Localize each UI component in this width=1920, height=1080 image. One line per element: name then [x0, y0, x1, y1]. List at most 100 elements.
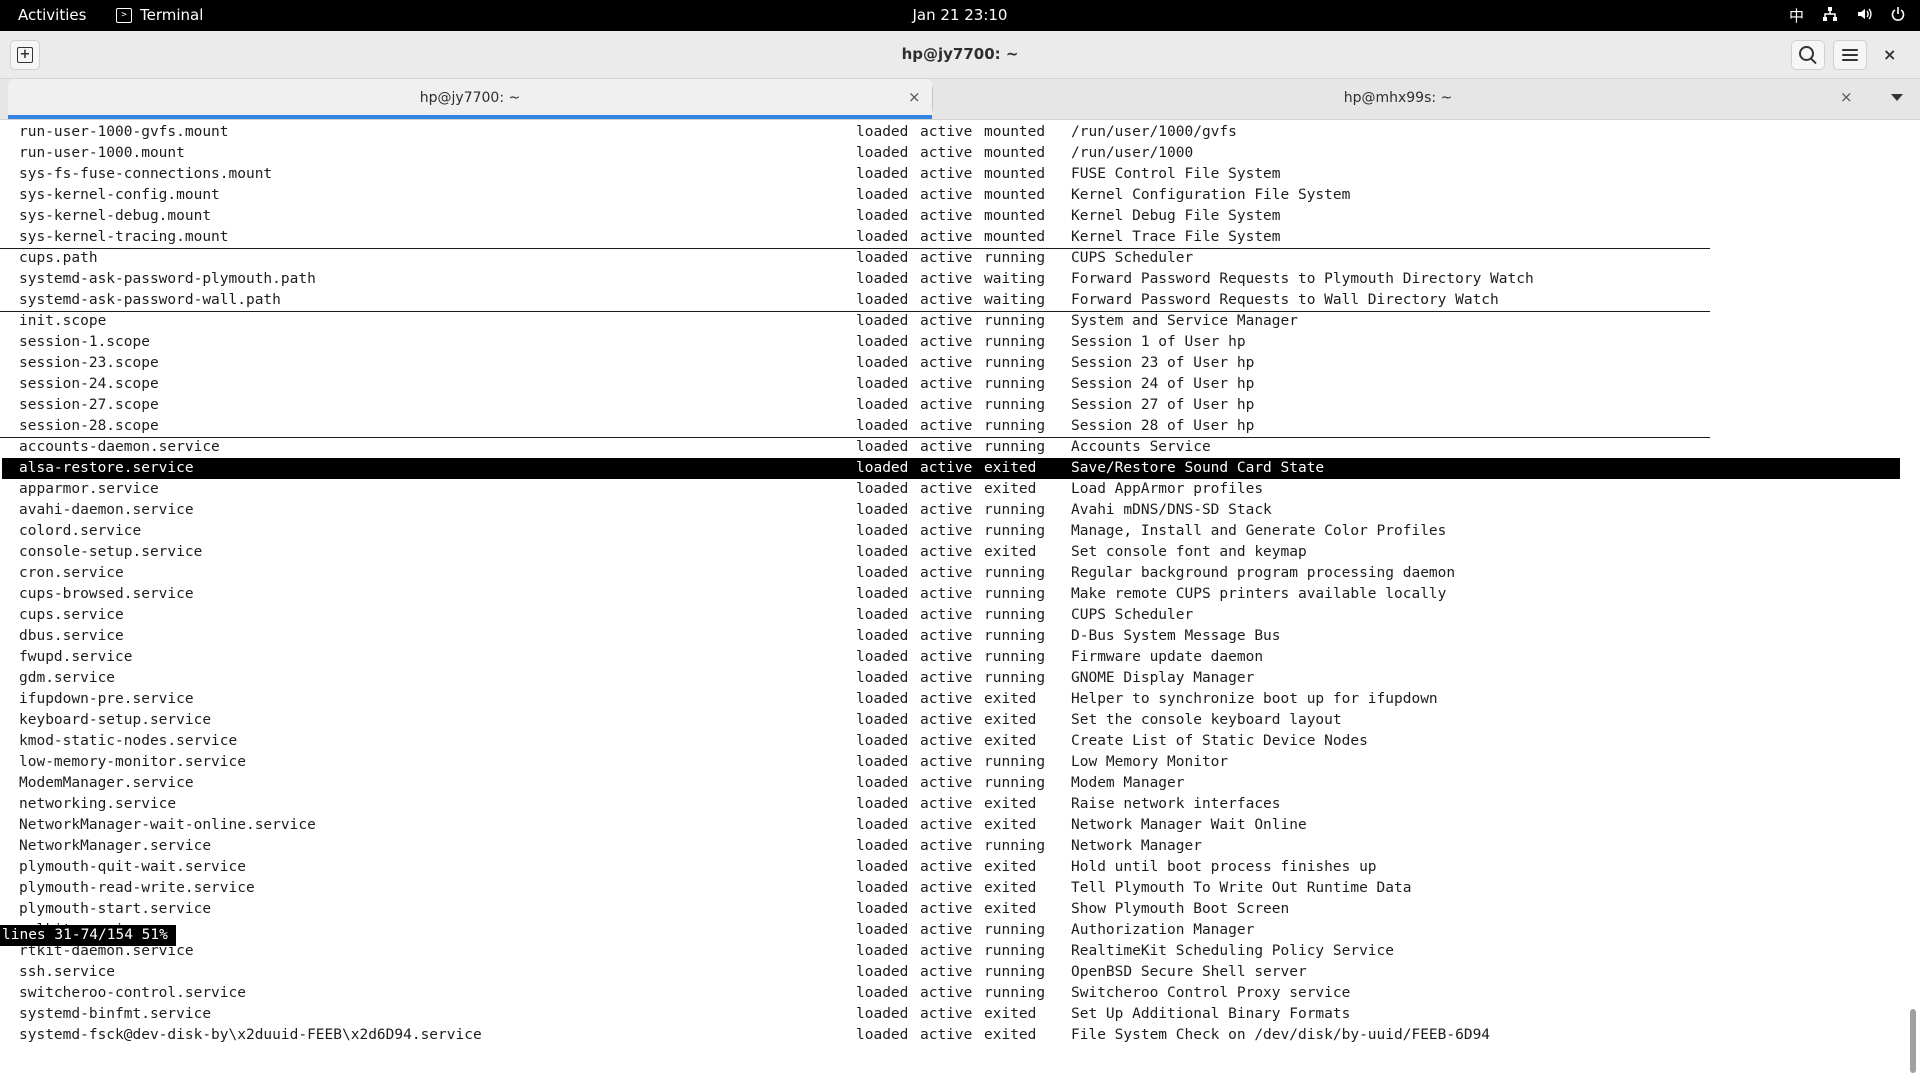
unit-row: rtkit-daemon.service loaded active running R… [0, 941, 1900, 962]
unit-name: console-setup.service [19, 544, 203, 560]
unit-description: Helper to synchronize boot up for ifupdo… [1071, 691, 1438, 707]
menu-button[interactable] [1833, 40, 1867, 70]
unit-name: dbus.service [19, 628, 124, 644]
unit-sub-state: running [984, 838, 1046, 854]
unit-active-state: active [920, 964, 973, 980]
unit-load-state: loaded [856, 565, 909, 581]
unit-description: RealtimeKit Scheduling Policy Service [1071, 943, 1395, 959]
unit-name: keyboard-setup.service [19, 712, 212, 728]
unit-load-state: loaded [856, 208, 909, 224]
unit-load-state: loaded [856, 943, 909, 959]
unit-description: File System Check on /dev/disk/by-uuid/F… [1071, 1027, 1491, 1043]
unit-row: systemd-ask-password-wall.path loaded acti… [0, 290, 1710, 312]
unit-load-state: loaded [856, 733, 909, 749]
unit-row: systemd-fsck@dev-disk-by\x2duuid-FEEB\x2… [0, 1025, 1900, 1046]
unit-sub-state: mounted [984, 229, 1046, 245]
search-button[interactable] [1791, 40, 1825, 70]
unit-description: Kernel Trace File System [1071, 229, 1281, 245]
tab-mhx99s[interactable]: hp@mhx99s: ~ × [934, 79, 1862, 119]
unit-load-state: loaded [856, 544, 909, 560]
unit-description: Regular background program processing da… [1071, 565, 1456, 581]
unit-name: session-23.scope [19, 355, 159, 371]
unit-load-state: loaded [856, 922, 909, 938]
unit-name: cups.service [19, 607, 124, 623]
unit-row: keyboard-setup.service loaded active exited… [0, 710, 1900, 731]
unit-load-state: loaded [856, 607, 909, 623]
tab-close-button[interactable]: × [1840, 88, 1853, 106]
network-icon[interactable] [1822, 6, 1838, 26]
unit-name: networking.service [19, 796, 177, 812]
app-menu-button[interactable]: > Terminal [116, 6, 203, 24]
window-close-button[interactable]: × [1883, 45, 1896, 64]
unit-load-state: loaded [856, 229, 909, 245]
unit-description: D-Bus System Message Bus [1071, 628, 1281, 644]
unit-load-state: loaded [856, 439, 909, 455]
unit-name: plymouth-quit-wait.service [19, 859, 246, 875]
unit-sub-state: waiting [984, 292, 1046, 308]
unit-name: ssh.service [19, 964, 116, 980]
unit-row: sys-fs-fuse-connections.mount loaded activ… [0, 164, 1900, 185]
unit-description: Hold until boot process finishes up [1071, 859, 1377, 875]
scrollbar-thumb[interactable] [1910, 1009, 1916, 1073]
unit-description: Network Manager Wait Online [1071, 817, 1307, 833]
unit-description: Session 28 of User hp [1071, 418, 1255, 434]
unit-sub-state: running [984, 922, 1046, 938]
unit-active-state: active [920, 376, 973, 392]
unit-row: sys-kernel-debug.mount loaded active mounte… [0, 206, 1900, 227]
unit-row: systemd-ask-password-plymouth.path loaded… [0, 269, 1900, 290]
unit-name: session-27.scope [19, 397, 159, 413]
unit-row: networking.service loaded active exited Rais… [0, 794, 1900, 815]
unit-active-state: active [920, 628, 973, 644]
unit-row: fwupd.service loaded active running Firmware… [0, 647, 1900, 668]
clock[interactable]: Jan 21 23:10 [0, 6, 1920, 24]
unit-row: run-user-1000-gvfs.mount loaded active moun… [0, 122, 1900, 143]
unit-active-state: active [920, 523, 973, 539]
terminal-output[interactable]: run-user-1000-gvfs.mount loaded active moun… [0, 120, 1906, 1080]
unit-sub-state: running [984, 649, 1046, 665]
unit-active-state: active [920, 691, 973, 707]
unit-row: session-27.scope loaded active running Sessi… [0, 395, 1900, 416]
volume-icon[interactable] [1856, 6, 1872, 26]
unit-active-state: active [920, 544, 973, 560]
unit-sub-state: running [984, 586, 1046, 602]
unit-sub-state: exited [984, 460, 1037, 476]
unit-name: ModemManager.service [19, 775, 194, 791]
unit-description: Session 23 of User hp [1071, 355, 1255, 371]
unit-active-state: active [920, 1006, 973, 1022]
unit-row: low-memory-monitor.service loaded active ru… [0, 752, 1900, 773]
unit-name: avahi-daemon.service [19, 502, 194, 518]
unit-load-state: loaded [856, 817, 909, 833]
unit-active-state: active [920, 187, 973, 203]
terminal-scrollbar[interactable] [1906, 120, 1920, 1080]
unit-description: /run/user/1000/gvfs [1071, 124, 1237, 140]
unit-load-state: loaded [856, 649, 909, 665]
input-method-indicator[interactable]: 中 [1789, 5, 1804, 26]
unit-row: run-user-1000.mount loaded active mounted/r… [0, 143, 1900, 164]
unit-sub-state: running [984, 439, 1046, 455]
tab-close-button[interactable]: × [908, 88, 921, 106]
unit-description: Authorization Manager [1071, 922, 1255, 938]
unit-sub-state: running [984, 670, 1046, 686]
unit-active-state: active [920, 901, 973, 917]
unit-active-state: active [920, 649, 973, 665]
unit-active-state: active [920, 334, 973, 350]
tab-list-dropdown-icon[interactable] [1891, 94, 1903, 101]
unit-sub-state: running [984, 565, 1046, 581]
unit-active-state: active [920, 418, 973, 434]
unit-load-state: loaded [856, 586, 909, 602]
unit-row: cups.service loaded active running CUPS Sche… [0, 605, 1900, 626]
activities-button[interactable]: Activities [18, 6, 86, 24]
unit-description: Set Up Additional Binary Formats [1071, 1006, 1351, 1022]
unit-name: run-user-1000-gvfs.mount [19, 124, 229, 140]
unit-active-state: active [920, 922, 973, 938]
system-tray[interactable]: 中 [1789, 5, 1906, 26]
unit-load-state: loaded [856, 523, 909, 539]
unit-description: Low Memory Monitor [1071, 754, 1229, 770]
hamburger-menu-icon [1842, 49, 1858, 61]
unit-sub-state: mounted [984, 145, 1046, 161]
tab-jy7700[interactable]: hp@jy7700: ~ × [8, 79, 932, 119]
unit-sub-state: running [984, 376, 1046, 392]
unit-row: ssh.service loaded active running OpenBSD Se… [0, 962, 1900, 983]
terminal-icon: > [116, 7, 132, 23]
power-icon[interactable] [1890, 6, 1906, 26]
